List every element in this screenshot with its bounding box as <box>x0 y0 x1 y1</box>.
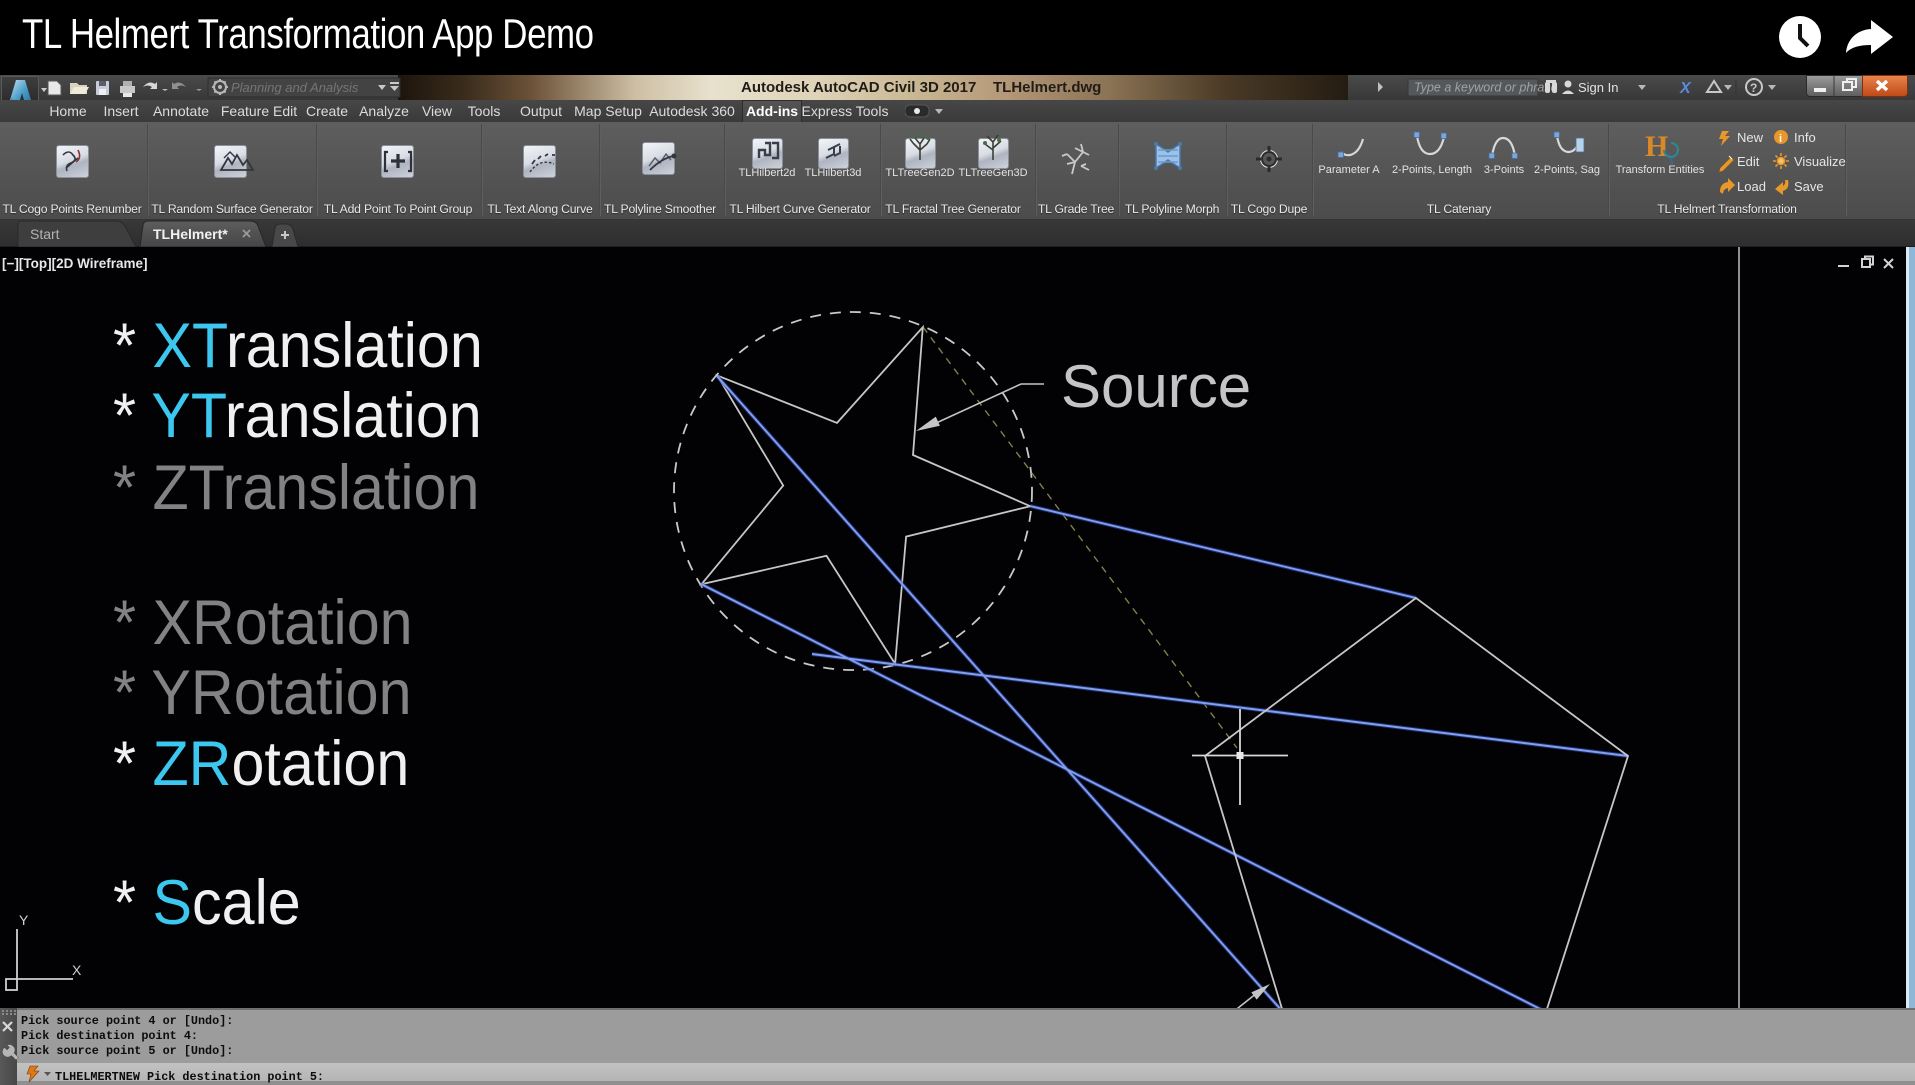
svg-text:Info: Info <box>1794 130 1816 145</box>
svg-text:Visualize: Visualize <box>1794 154 1846 169</box>
svg-text:TLHelmert*: TLHelmert* <box>153 226 228 242</box>
svg-text:H: H <box>1645 130 1668 163</box>
svg-text:Planning and Analysis: Planning and Analysis <box>231 80 359 95</box>
svg-text:Type a keyword or phrase: Type a keyword or phrase <box>1414 81 1558 95</box>
svg-text:X: X <box>1679 80 1692 97</box>
svg-text:Source: Source <box>1061 353 1251 420</box>
svg-text:Y: Y <box>19 912 29 928</box>
svg-text:Save: Save <box>1794 179 1824 194</box>
svg-text:Load: Load <box>1737 179 1766 194</box>
svg-text:X: X <box>72 962 82 978</box>
svg-text:i: i <box>1779 133 1782 145</box>
svg-text:Start: Start <box>30 226 60 242</box>
svg-text:?: ? <box>1750 81 1757 95</box>
svg-text:[−][Top][2D Wireframe]: [−][Top][2D Wireframe] <box>2 256 148 271</box>
svg-text:Sign In: Sign In <box>1578 80 1618 95</box>
svg-text:Edit: Edit <box>1737 154 1760 169</box>
svg-text:New: New <box>1737 130 1764 145</box>
